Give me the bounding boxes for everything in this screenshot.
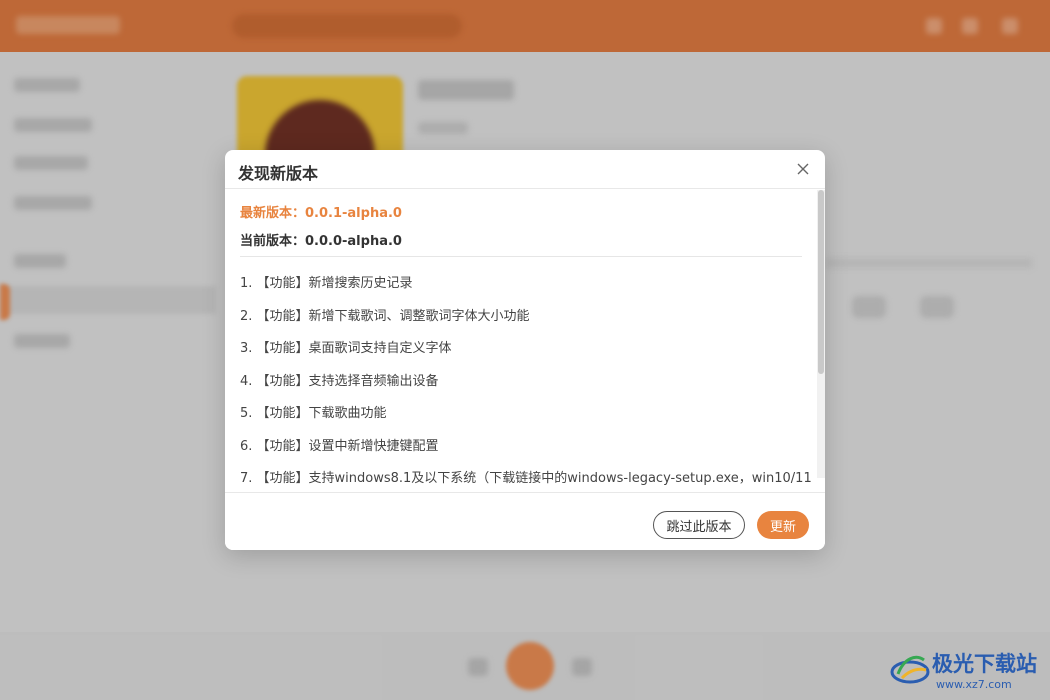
watermark: 极光下载站 www.xz7.com <box>890 646 1042 696</box>
update-button[interactable]: 更新 <box>757 511 809 539</box>
changelog-list: 1. 【功能】新增搜索历史记录 2. 【功能】新增下载歌词、调整歌词字体大小功能… <box>240 272 815 492</box>
current-version: 当前版本：0.0.0-alpha.0 <box>240 234 402 249</box>
changelog-item: 2. 【功能】新增下载歌词、调整歌词字体大小功能 <box>240 308 530 324</box>
dialog-footer: 跳过此版本 更新 <box>225 492 825 550</box>
close-icon[interactable] <box>795 161 811 177</box>
aurora-logo-icon <box>890 655 930 684</box>
changelog-item: 3. 【功能】桌面歌词支持自定义字体 <box>240 341 452 356</box>
dialog-body: 最新版本：0.0.1-alpha.0 当前版本：0.0.0-alpha.0 1.… <box>225 190 825 492</box>
changelog-item: 1. 【功能】新增搜索历史记录 <box>240 276 413 291</box>
changelog-item: 5. 【功能】下载歌曲功能 <box>240 406 387 421</box>
divider <box>240 256 802 257</box>
update-dialog: 发现新版本 最新版本：0.0.1-alpha.0 当前版本：0.0.0-alph… <box>225 150 825 550</box>
scrollbar[interactable] <box>817 190 825 478</box>
dialog-title: 发现新版本 <box>238 164 319 183</box>
skip-version-button[interactable]: 跳过此版本 <box>653 511 745 539</box>
latest-version: 最新版本：0.0.1-alpha.0 <box>240 206 402 221</box>
watermark-url: www.xz7.com <box>936 678 1012 691</box>
scrollbar-thumb[interactable] <box>818 190 824 374</box>
dialog-header: 发现新版本 <box>225 150 825 189</box>
changelog-item: 4. 【功能】支持选择音频输出设备 <box>240 373 439 389</box>
watermark-name: 极光下载站 <box>932 652 1037 676</box>
changelog-item: 7. 【功能】支持windows8.1及以下系统（下载链接中的windows-l… <box>240 471 812 486</box>
changelog-item: 6. 【功能】设置中新增快捷键配置 <box>240 438 439 454</box>
